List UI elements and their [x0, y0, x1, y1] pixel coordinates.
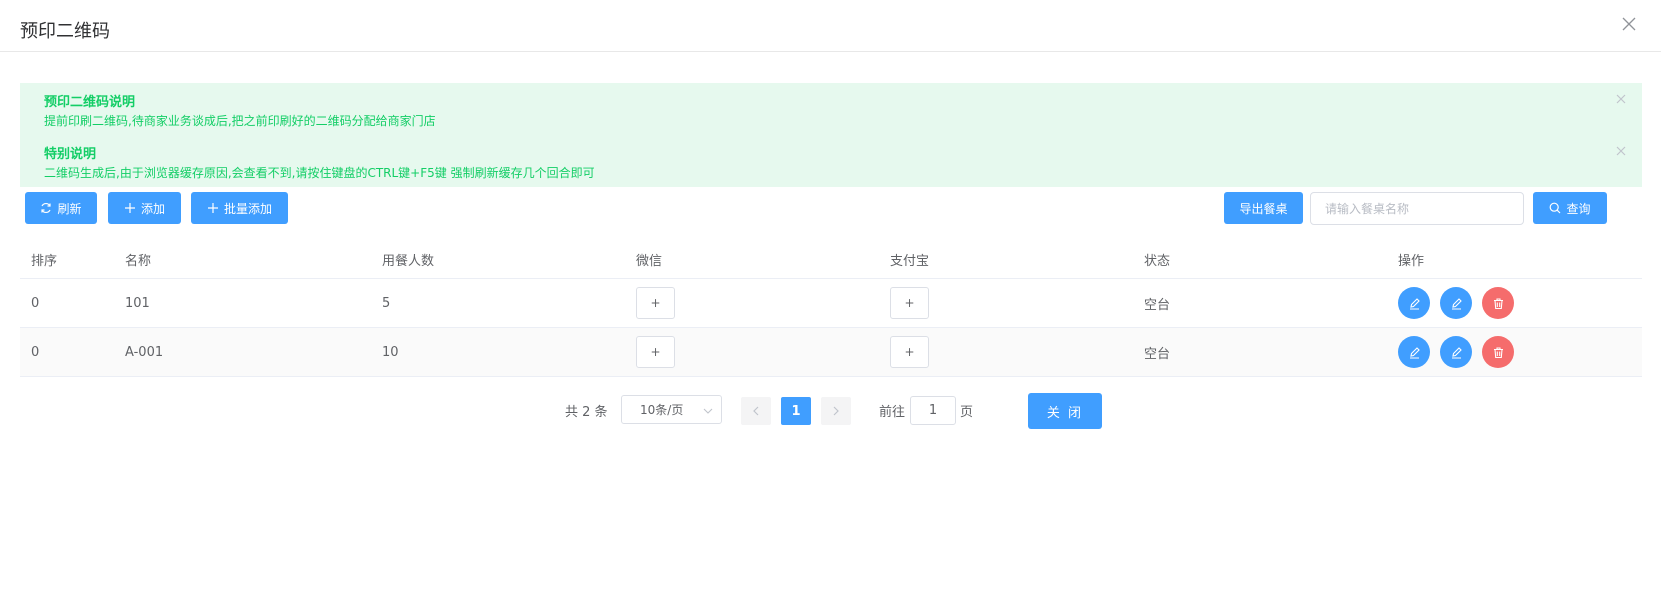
- column-header-status: 状态: [1144, 254, 1171, 269]
- refresh-label: 刷新: [57, 201, 82, 216]
- refresh-icon: [41, 202, 52, 214]
- edit-qrcode-button[interactable]: [1440, 287, 1472, 319]
- dialog-title: 预印二维码: [20, 21, 110, 42]
- add-label: 添加: [140, 201, 165, 216]
- close-icon: [1616, 94, 1626, 104]
- plus-icon: [124, 203, 135, 213]
- alert-special-note: 特别说明 二维码生成后,由于浏览器缓存原因,会查看不到,请按住键盘的CTRL键+…: [20, 135, 1642, 187]
- column-header-alipay: 支付宝: [890, 254, 930, 269]
- prev-page-button[interactable]: [741, 397, 771, 425]
- edit-icon: [1409, 297, 1420, 310]
- alipay-qrcode-button[interactable]: +: [890, 336, 929, 368]
- dialog-header: 预印二维码: [0, 0, 1661, 52]
- cell-actions: [1398, 279, 1524, 327]
- trash-icon: [1493, 297, 1503, 309]
- cell-wechat: +: [636, 279, 675, 327]
- alipay-qrcode-button[interactable]: +: [890, 287, 929, 319]
- delete-button[interactable]: [1482, 336, 1514, 368]
- chevron-down-icon: [703, 408, 713, 414]
- column-header-actions: 操作: [1398, 254, 1425, 269]
- page-number[interactable]: 1: [781, 397, 811, 425]
- edit-icon: [1451, 346, 1462, 359]
- alert-qrcode-info: 预印二维码说明 提前印刷二维码,待商家业务谈成后,把之前印刷好的二维码分配给商家…: [20, 83, 1642, 135]
- page-size-value: 10条/页: [640, 403, 684, 417]
- goto-page-input[interactable]: [910, 396, 956, 425]
- plus-icon: [207, 203, 218, 213]
- wechat-qrcode-button[interactable]: +: [636, 287, 675, 319]
- alert-close-button[interactable]: [1614, 143, 1628, 157]
- edit-icon: [1451, 297, 1462, 310]
- table-header: 排序 名称 用餐人数 微信 支付宝 状态 操作: [20, 241, 1642, 279]
- chevron-right-icon: [833, 406, 839, 416]
- column-header-people: 用餐人数: [382, 254, 435, 269]
- chevron-left-icon: [753, 406, 759, 416]
- pagination-total: 共 2 条: [565, 405, 608, 420]
- pagination: 共 2 条 10条/页 1 前往 页: [0, 393, 1661, 427]
- cell-sort: 0: [31, 344, 40, 360]
- edit-icon: [1409, 346, 1420, 359]
- trash-icon: [1493, 346, 1503, 358]
- close-icon: [1616, 146, 1626, 156]
- cell-people: 5: [382, 295, 391, 311]
- export-label: 导出餐桌: [1239, 201, 1288, 216]
- cell-name: A-001: [125, 344, 164, 360]
- column-header-name: 名称: [125, 254, 152, 269]
- cell-status: 空台: [1144, 297, 1171, 313]
- goto-unit: 页: [960, 405, 974, 420]
- cell-name: 101: [125, 295, 150, 311]
- alert-title: 特别说明: [44, 147, 97, 162]
- wechat-qrcode-button[interactable]: +: [636, 336, 675, 368]
- alert-description: 提前印刷二维码,待商家业务谈成后,把之前印刷好的二维码分配给商家门店: [44, 114, 436, 128]
- edit-button[interactable]: [1398, 287, 1430, 319]
- refresh-button[interactable]: 刷新: [25, 192, 97, 224]
- batch-add-label: 批量添加: [223, 201, 272, 216]
- page-size-select[interactable]: 10条/页: [621, 395, 722, 424]
- table-row: 0 101 5 + + 空台: [20, 279, 1642, 328]
- alert-title: 预印二维码说明: [44, 95, 136, 110]
- close-dialog-button[interactable]: 关 闭: [1028, 393, 1102, 429]
- export-tables-button[interactable]: 导出餐桌: [1224, 192, 1303, 224]
- search-input[interactable]: [1310, 192, 1524, 225]
- goto-label: 前往: [879, 405, 906, 420]
- search-icon: [1550, 202, 1561, 214]
- cell-sort: 0: [31, 295, 40, 311]
- cell-status: 空台: [1144, 346, 1171, 362]
- search-button[interactable]: 查询: [1533, 192, 1607, 224]
- cell-alipay: +: [890, 279, 929, 327]
- cell-wechat: +: [636, 328, 675, 376]
- next-page-button[interactable]: [821, 397, 851, 425]
- delete-button[interactable]: [1482, 287, 1514, 319]
- search-label: 查询: [1566, 201, 1591, 216]
- dialog-close-button[interactable]: [1619, 14, 1639, 34]
- tables-table: 排序 名称 用餐人数 微信 支付宝 状态 操作 0 101 5 + + 空台 0…: [20, 241, 1642, 377]
- cell-actions: [1398, 328, 1524, 376]
- alert-description: 二维码生成后,由于浏览器缓存原因,会查看不到,请按住键盘的CTRL键+F5键 强…: [44, 166, 595, 180]
- add-button[interactable]: 添加: [108, 192, 181, 224]
- edit-button[interactable]: [1398, 336, 1430, 368]
- cell-alipay: +: [890, 328, 929, 376]
- table-row: 0 A-001 10 + + 空台: [20, 328, 1642, 377]
- close-icon: [1622, 17, 1636, 31]
- edit-qrcode-button[interactable]: [1440, 336, 1472, 368]
- cell-people: 10: [382, 344, 399, 360]
- column-header-wechat: 微信: [636, 254, 663, 269]
- column-header-sort: 排序: [31, 254, 58, 269]
- batch-add-button[interactable]: 批量添加: [191, 192, 288, 224]
- alert-close-button[interactable]: [1614, 91, 1628, 105]
